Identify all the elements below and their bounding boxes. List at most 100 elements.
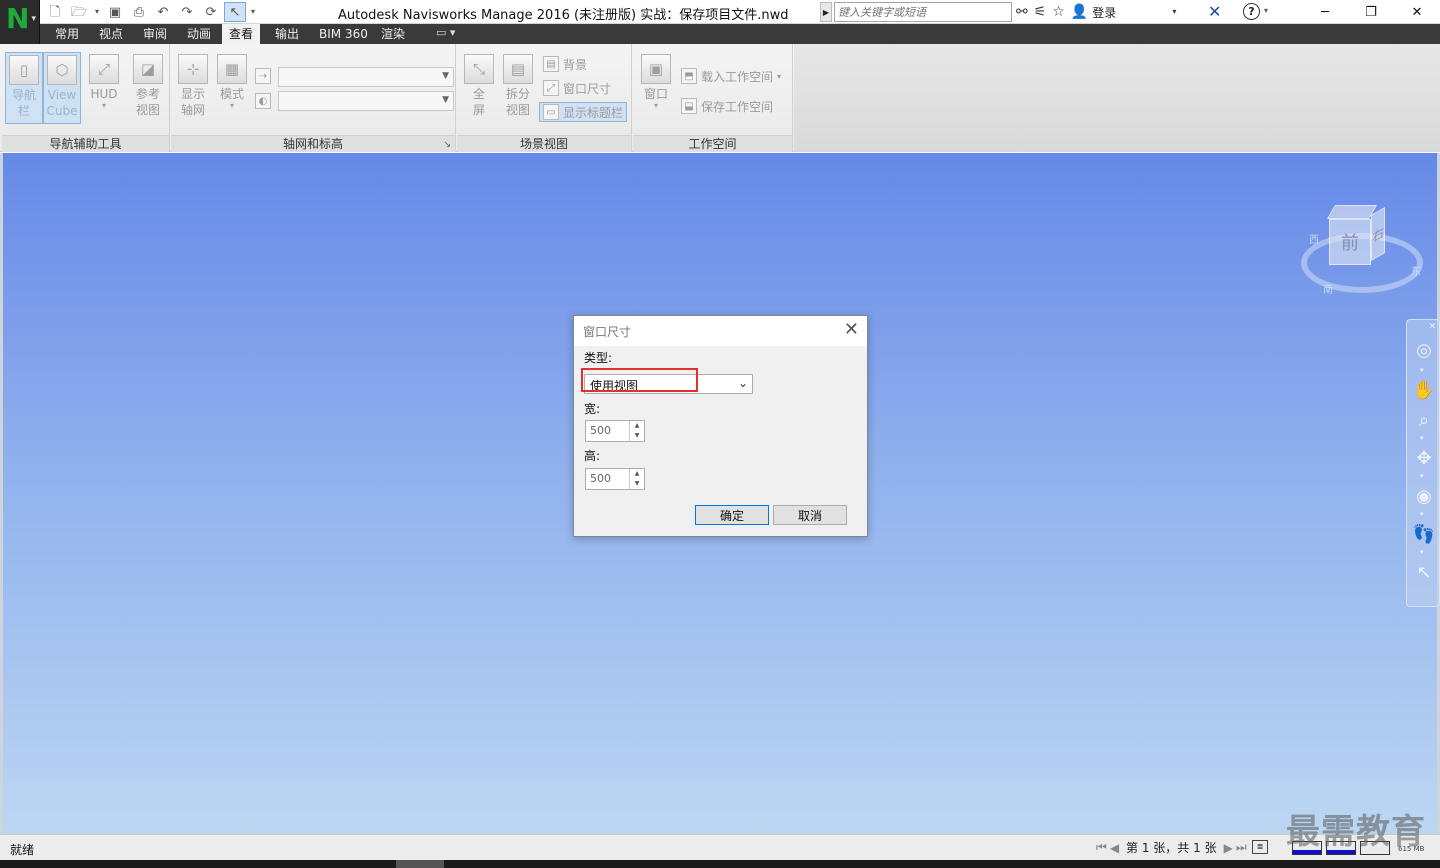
titlebar-icon: ▭	[543, 104, 559, 120]
subscription-icon[interactable]: ⚟	[1034, 2, 1047, 22]
load-workspace-button[interactable]: ⬒ 载入工作空间 ▾	[681, 66, 781, 86]
exchange-apps-icon[interactable]: ✕	[1208, 2, 1221, 21]
stepper-up-icon[interactable]: ▲	[630, 469, 644, 479]
ok-button[interactable]: 确定	[695, 505, 769, 525]
binoculars-icon[interactable]: ⚯	[1016, 2, 1028, 22]
chevron-down-icon: ▼	[442, 71, 449, 81]
stepper-down-icon[interactable]: ▼	[630, 431, 644, 441]
select-arrow-icon[interactable]: ↖	[224, 2, 246, 22]
save-icon[interactable]: ▣	[104, 2, 126, 22]
viewcube-cube[interactable]: 前 右	[1326, 201, 1391, 267]
look-dropdown-icon[interactable]: ▾	[1420, 510, 1424, 518]
reference-views-button[interactable]: ◪ 参考 视图	[129, 52, 167, 124]
show-titlebar-button[interactable]: ▭ 显示标题栏	[539, 102, 628, 122]
viewcube-button[interactable]: ⬡ View Cube	[43, 52, 81, 124]
height-value[interactable]: 500	[590, 472, 611, 485]
search-input[interactable]	[835, 3, 1011, 21]
qat-customize-icon[interactable]: ▾	[248, 2, 258, 22]
tab-view[interactable]: 查看	[222, 24, 261, 44]
orbit-dropdown-icon[interactable]: ▾	[1420, 472, 1424, 480]
minimize-button[interactable]: ─	[1302, 0, 1348, 24]
show-grid-button[interactable]: ⊹ 显示 轴网	[174, 52, 212, 124]
ribbon: ▯ 导航 栏 ⬡ View Cube ⤢ HUD ▾ ◪ 参考 视图 导航辅助工…	[0, 44, 1440, 152]
split-view-button[interactable]: ▤ 拆分 视图	[499, 52, 537, 124]
walk-dropdown-icon[interactable]: ▾	[1420, 548, 1424, 556]
login-dropdown-icon[interactable]: ▾	[1172, 2, 1176, 22]
viewcube-label: View Cube	[46, 88, 78, 118]
height-stepper[interactable]: ▲ ▼	[629, 469, 644, 489]
print-icon[interactable]: ⎙	[128, 2, 150, 22]
save-workspace-button[interactable]: ⬓ 保存工作空间	[681, 96, 773, 116]
window-size-label: 窗口尺寸	[563, 81, 612, 96]
navbar-close-icon[interactable]: ✕	[1428, 322, 1436, 332]
restore-button[interactable]: ❐	[1348, 0, 1394, 24]
sheet-list-icon[interactable]: ≣	[1252, 840, 1268, 854]
help-icon[interactable]: ?	[1243, 3, 1260, 20]
grid-mode-icon: ▦	[217, 54, 247, 84]
favorites-star-icon[interactable]: ☆	[1052, 2, 1065, 22]
open-folder-icon[interactable]: 🗁	[68, 2, 90, 22]
steering-wheel-dropdown-icon[interactable]: ▾	[1420, 366, 1424, 374]
zoom-dropdown-icon[interactable]: ▾	[1420, 434, 1424, 442]
save-workspace-icon: ⬓	[681, 98, 697, 114]
grid-mode-button[interactable]: ▦ 模式 ▾	[213, 52, 251, 124]
redo-icon[interactable]: ↷	[176, 2, 198, 22]
tab-output[interactable]: 输出	[268, 24, 306, 44]
window-size-button[interactable]: ⤢ 窗口尺寸	[543, 78, 611, 98]
viewcube-front-face[interactable]: 前	[1329, 219, 1371, 265]
viewcube-right-face[interactable]: 右	[1371, 206, 1385, 262]
user-icon[interactable]: 👤	[1071, 2, 1088, 22]
app-menu-button[interactable]: N ▾	[0, 0, 40, 44]
look-around-icon[interactable]: ◉	[1412, 484, 1436, 508]
viewcube-top-face[interactable]	[1326, 205, 1378, 219]
navigation-bar-button[interactable]: ▯ 导航 栏	[5, 52, 43, 124]
select-cursor-icon[interactable]: ↖	[1412, 560, 1436, 584]
hud-button[interactable]: ⤢ HUD ▾	[85, 52, 123, 124]
last-sheet-icon[interactable]: ⏭	[1236, 840, 1247, 855]
stepper-down-icon[interactable]: ▼	[630, 479, 644, 489]
background-button[interactable]: ▤ 背景	[543, 54, 587, 74]
dialog-close-icon[interactable]: ✕	[844, 320, 859, 340]
width-stepper[interactable]: ▲ ▼	[629, 421, 644, 441]
previous-sheet-icon[interactable]: ◀	[1110, 841, 1119, 855]
close-button[interactable]: ✕	[1394, 0, 1440, 24]
steering-wheel-icon[interactable]: ◎	[1412, 338, 1436, 362]
tab-viewpoint[interactable]: 视点	[92, 24, 130, 44]
first-sheet-icon[interactable]: ⏮	[1096, 840, 1107, 855]
ribbon-options-icon[interactable]: ▭ ▾	[436, 26, 455, 39]
height-spinner[interactable]: 500 ▲ ▼	[585, 468, 645, 490]
grid-model-combo[interactable]: ▼	[278, 67, 454, 87]
refresh-icon[interactable]: ⟳	[200, 2, 222, 22]
width-spinner[interactable]: 500 ▲ ▼	[585, 420, 645, 442]
open-dropdown-icon[interactable]: ▾	[92, 2, 102, 22]
walk-footsteps-icon[interactable]: 👣	[1412, 522, 1436, 546]
tab-animation[interactable]: 动画	[180, 24, 218, 44]
cancel-button[interactable]: 取消	[773, 505, 847, 525]
compass-south-label[interactable]: 南	[1323, 281, 1333, 296]
tab-bim360[interactable]: BIM 360	[312, 24, 375, 44]
tab-review[interactable]: 审阅	[136, 24, 174, 44]
panel-launcher-icon[interactable]: ↘	[443, 140, 451, 150]
undo-icon[interactable]: ↶	[152, 2, 174, 22]
infocenter-collapse-icon[interactable]: ▶	[820, 2, 832, 22]
orbit-icon[interactable]: ✥	[1412, 446, 1436, 470]
login-link[interactable]: 登录	[1092, 4, 1116, 21]
width-value[interactable]: 500	[590, 424, 611, 437]
fullscreen-button[interactable]: ⤡ 全 屏	[460, 52, 498, 124]
search-box[interactable]	[834, 2, 1012, 22]
viewcube[interactable]: 西 南 东 前 右	[1299, 201, 1427, 301]
new-file-icon[interactable]: 🗋	[44, 2, 66, 22]
compass-west-label[interactable]: 西	[1309, 231, 1319, 246]
compass-east-label[interactable]: 东	[1411, 263, 1421, 278]
pan-hand-icon[interactable]: ✋	[1412, 378, 1436, 402]
grid-color-button[interactable]: ◐	[255, 91, 271, 111]
grid-link-button[interactable]: ⇢	[255, 66, 271, 86]
stepper-up-icon[interactable]: ▲	[630, 421, 644, 431]
help-dropdown-icon[interactable]: ▾	[1264, 6, 1268, 15]
windows-button[interactable]: ▣ 窗口 ▾	[637, 52, 675, 124]
zoom-window-icon[interactable]: ⌕	[1412, 408, 1436, 432]
tab-render[interactable]: 渲染	[374, 24, 412, 44]
tab-home[interactable]: 常用	[48, 24, 86, 44]
next-sheet-icon[interactable]: ▶	[1224, 841, 1233, 855]
grid-level-combo[interactable]: ▼	[278, 91, 454, 111]
